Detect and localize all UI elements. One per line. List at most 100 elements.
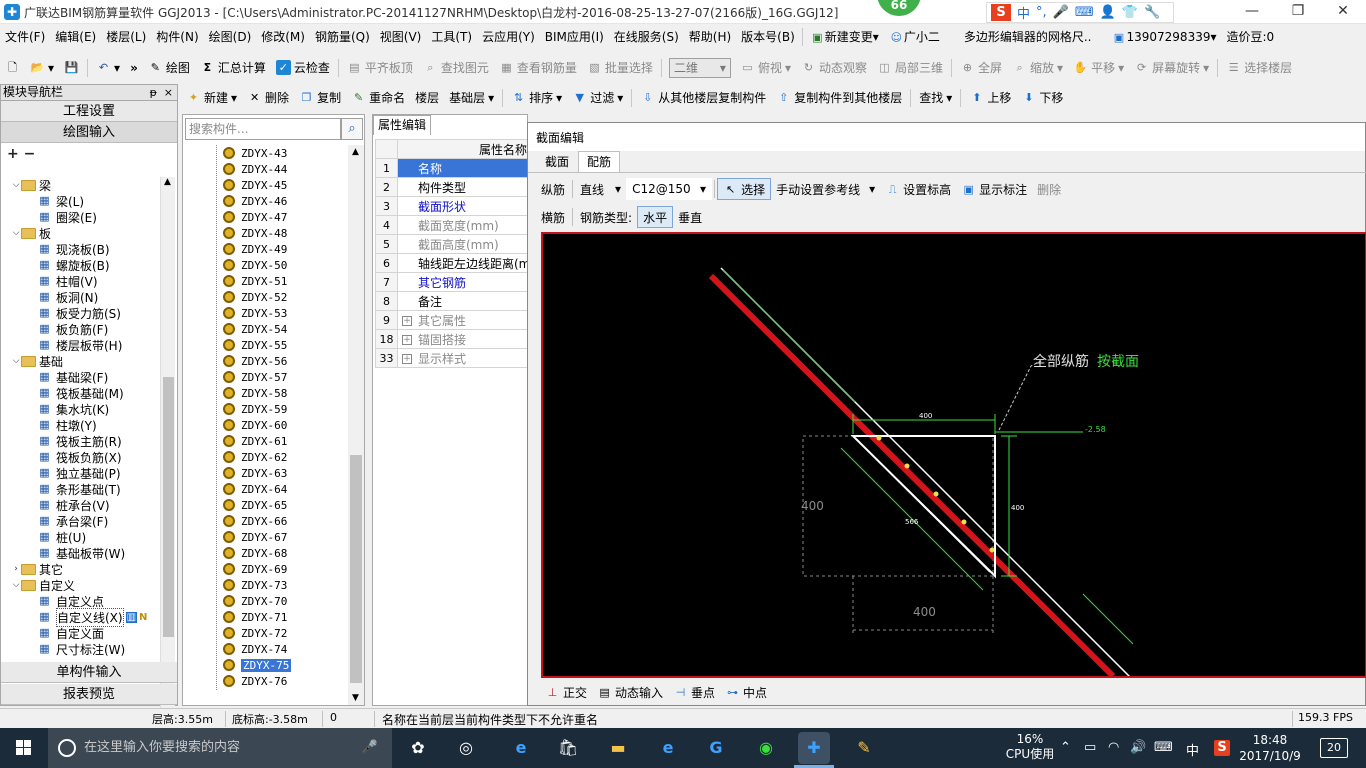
component-search-input[interactable]: 搜索构件... xyxy=(185,118,341,140)
tree-item[interactable]: ▦ 楼层板带(H) xyxy=(5,337,161,353)
property-name[interactable]: + 锚固搭接 xyxy=(397,329,530,349)
dynamic-view-button[interactable]: ↻ 动态观察 xyxy=(796,56,872,80)
section-canvas[interactable]: 全部纵筋 按截面 400 400 566 400 400 -2.58 xyxy=(541,232,1366,681)
component-list-item[interactable]: ZDYX-62 xyxy=(183,449,348,465)
new-file-button[interactable]: 🗋 xyxy=(0,56,25,80)
annotation-value[interactable]: 按截面 xyxy=(1097,354,1139,370)
component-list-item[interactable]: ZDYX-50 xyxy=(183,257,348,273)
chevron-down-icon[interactable]: ⌵ xyxy=(11,180,21,190)
pan-button[interactable]: ✋ 平移 ▾ xyxy=(1068,56,1129,80)
project-settings-button[interactable]: 工程设置 xyxy=(1,101,177,122)
batch-select-button[interactable]: ▧ 批量选择 xyxy=(582,56,658,80)
set-elevation-button[interactable]: ⎍ 设置标高 xyxy=(880,178,956,200)
tree-item[interactable]: ▦ 板洞(N) xyxy=(5,289,161,305)
browser-green-icon[interactable]: ◉ xyxy=(750,732,782,764)
component-list-item[interactable]: ZDYX-75 xyxy=(183,657,348,673)
rebar-points[interactable] xyxy=(876,435,995,553)
tree-item[interactable]: ▦ 柱帽(V) xyxy=(5,273,161,289)
rename-button[interactable]: ✎ 重命名 xyxy=(346,86,410,110)
midpoint-snap[interactable]: ⊶ 中点 xyxy=(720,681,772,703)
sogou-icon[interactable]: S xyxy=(991,4,1011,21)
tree-item[interactable]: ▦ 筏板负筋(X) xyxy=(5,449,161,465)
component-list-item[interactable]: ZDYX-59 xyxy=(183,401,348,417)
tree-item[interactable]: ▦ 螺旋板(B) xyxy=(5,257,161,273)
ortho-toggle[interactable]: ⊥ 正交 xyxy=(540,681,592,703)
tree-item[interactable]: ▦ 集水坑(K) xyxy=(5,401,161,417)
fullscreen-button[interactable]: ⊕ 全屏 xyxy=(955,56,1007,80)
tree-folder[interactable]: ⌵ 基础 xyxy=(5,353,161,369)
open-button[interactable]: 📂 ▾ xyxy=(25,56,59,80)
scroll-up-icon[interactable]: ▲ xyxy=(164,177,171,187)
menu-item[interactable]: 视图(V) xyxy=(375,24,427,50)
tree-item[interactable]: ▦ 板受力筋(S) xyxy=(5,305,161,321)
taskbar-search-input[interactable]: 在这里输入你要搜索的内容 🎤 xyxy=(48,728,392,768)
longitudinal-button[interactable]: 纵筋 xyxy=(536,178,570,200)
component-list-item[interactable]: ZDYX-55 xyxy=(183,337,348,353)
tree-item[interactable]: ▦ 基础梁(F) xyxy=(5,369,161,385)
notification-center-icon[interactable]: 20 xyxy=(1320,738,1348,758)
property-name[interactable]: 轴线距左边线距离(mm) xyxy=(397,253,530,273)
menu-item[interactable]: 文件(F) xyxy=(0,24,50,50)
component-list-item[interactable]: ZDYX-72 xyxy=(183,625,348,641)
tree-item[interactable]: ▦ 筏板基础(M) xyxy=(5,385,161,401)
component-list-scrollbar[interactable]: ▲ ▼ xyxy=(348,145,364,705)
delete-component-button[interactable]: ✕ 删除 xyxy=(242,86,294,110)
view-rebar-button[interactable]: ▦ 查看钢筋量 xyxy=(494,56,582,80)
menu-item[interactable]: 构件(N) xyxy=(151,24,203,50)
expand-plus-icon[interactable]: + xyxy=(402,316,412,326)
component-list-item[interactable]: ZDYX-60 xyxy=(183,417,348,433)
property-row[interactable]: 33 + 显示样式 xyxy=(375,348,530,368)
tree-item[interactable]: ▦ 条形基础(T) xyxy=(5,481,161,497)
task-view-icon[interactable]: ✿ xyxy=(402,732,434,764)
sum-calc-button[interactable]: Σ 汇总计算 xyxy=(195,56,271,80)
find-element-button[interactable]: ⌕ 查找图元 xyxy=(418,56,494,80)
store-icon[interactable]: 🛍 xyxy=(552,732,584,764)
tree-expand-collapse[interactable]: + − xyxy=(1,143,177,165)
component-list-item[interactable]: ZDYX-58 xyxy=(183,385,348,401)
zoom-button[interactable]: ⌕ 缩放 ▾ xyxy=(1007,56,1068,80)
wrench-icon[interactable]: 🔧 xyxy=(1144,5,1160,20)
property-row[interactable]: 2 构件类型 xyxy=(375,177,530,197)
expand-plus-icon[interactable]: + xyxy=(402,354,412,364)
sogou-tray-icon[interactable]: S xyxy=(1214,740,1230,756)
component-list-item[interactable]: ZDYX-47 xyxy=(183,209,348,225)
perpendicular-snap[interactable]: ⊣ 垂点 xyxy=(668,681,720,703)
menu-item[interactable]: 工具(T) xyxy=(426,24,477,50)
new-component-button[interactable]: ✦ 新建 ▾ xyxy=(181,86,242,110)
ime-punct[interactable]: °, xyxy=(1036,5,1047,20)
property-name[interactable]: + 显示样式 xyxy=(397,348,530,368)
sort-button[interactable]: ⇅ 排序 ▾ xyxy=(506,86,567,110)
search-icon[interactable]: ⌕ xyxy=(341,118,363,140)
component-list-item[interactable]: ZDYX-44 xyxy=(183,161,348,177)
find-button[interactable]: 查找 ▾ xyxy=(914,86,957,110)
notes-app-icon[interactable]: ✎ xyxy=(848,732,880,764)
chevron-down-icon[interactable]: ⌵ xyxy=(11,580,21,590)
component-list-item[interactable]: ZDYX-51 xyxy=(183,273,348,289)
scroll-up-icon[interactable]: ▲ xyxy=(352,147,359,157)
chevron-down-icon[interactable]: ⌵ xyxy=(11,356,21,366)
menu-item[interactable]: 钢筋量(Q) xyxy=(310,24,375,50)
nav-scroll-thumb[interactable] xyxy=(163,377,174,637)
tree-item[interactable]: ▦ 承台梁(F) xyxy=(5,513,161,529)
copy-from-floor-button[interactable]: ⇩ 从其他楼层复制构件 xyxy=(635,86,771,110)
tree-item[interactable]: ▦ 自定义线(X) ▥ N xyxy=(5,607,161,627)
property-name[interactable]: 截面形状 xyxy=(397,196,530,216)
tree-item[interactable]: ▦ 独立基础(P) xyxy=(5,465,161,481)
skin-icon[interactable]: 👕 xyxy=(1122,5,1138,20)
elevation-label[interactable]: -2.58 xyxy=(1085,425,1106,434)
save-button[interactable]: 💾 xyxy=(59,56,84,80)
volume-icon[interactable]: 🔊 xyxy=(1130,740,1146,755)
property-name[interactable]: + 其它属性 xyxy=(397,310,530,330)
tab-property-edit[interactable]: 属性编辑 xyxy=(373,115,432,135)
menu-item[interactable]: 在线服务(S) xyxy=(609,24,684,50)
tree-item[interactable]: ▦ 板负筋(F) xyxy=(5,321,161,337)
property-name[interactable]: 截面高度(mm) xyxy=(397,234,530,254)
tree-item[interactable]: ▦ 尺寸标注(W) xyxy=(5,641,161,657)
section-drawing[interactable]: 全部纵筋 按截面 400 400 566 400 400 -2.58 xyxy=(543,234,1365,681)
property-row[interactable]: 3 截面形状 xyxy=(375,196,530,216)
new-change-menu[interactable]: ▣ 新建变更 ▾ xyxy=(805,24,884,50)
tree-folder[interactable]: › 其它 xyxy=(5,561,161,577)
property-name[interactable]: 构件类型 xyxy=(397,177,530,197)
component-list-item[interactable]: ZDYX-70 xyxy=(183,593,348,609)
score-badge[interactable]: 66 xyxy=(877,0,921,16)
